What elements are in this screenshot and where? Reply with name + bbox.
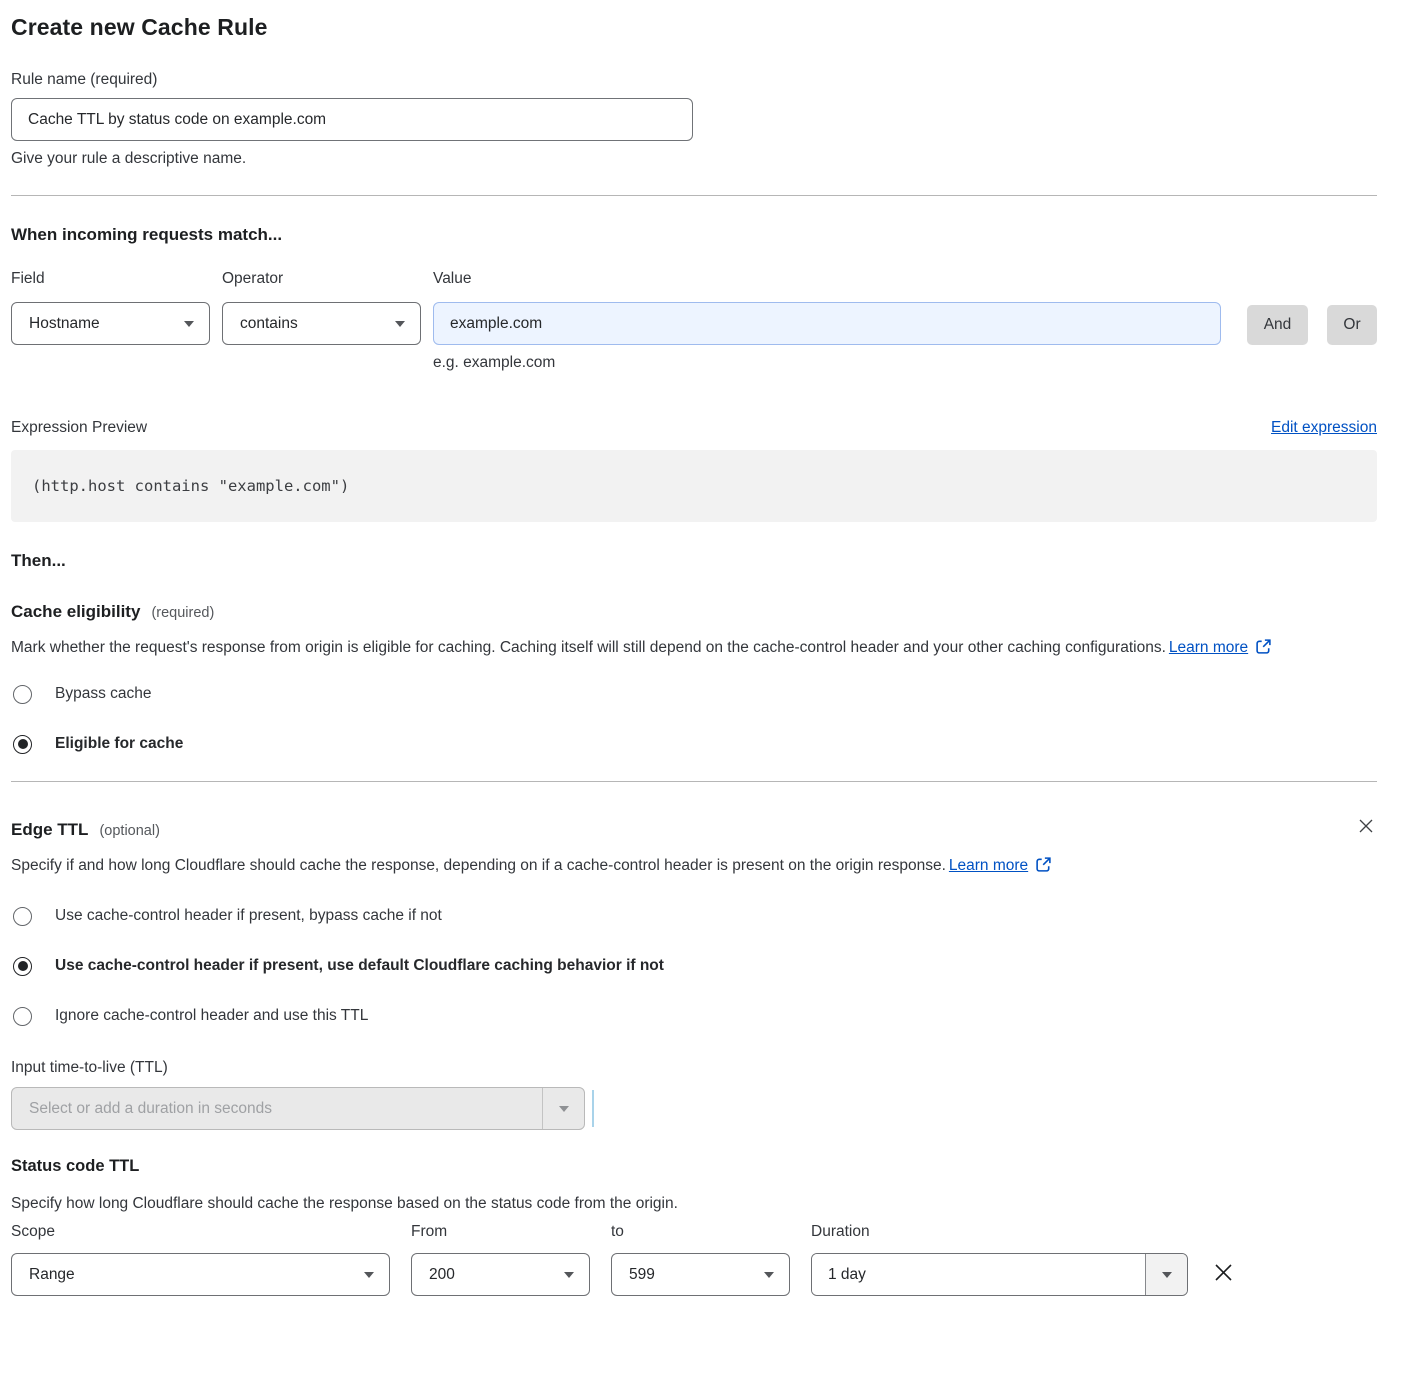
dropdown-caret-icon xyxy=(559,1106,569,1112)
radio-use-header-default-label: Use cache-control header if present, use… xyxy=(55,957,664,975)
radio-unselected-icon xyxy=(13,1007,32,1026)
value-input[interactable] xyxy=(433,302,1221,345)
dropdown-caret-icon xyxy=(1162,1272,1172,1278)
rule-name-input[interactable] xyxy=(11,98,693,141)
to-select-value: 599 xyxy=(629,1266,655,1284)
value-helper: e.g. example.com xyxy=(433,354,1221,372)
status-code-ttl-row: Scope Range From 200 to 599 Duration xyxy=(11,1223,1377,1296)
radio-use-header-default[interactable]: Use cache-control header if present, use… xyxy=(11,956,1377,976)
to-label: to xyxy=(611,1223,790,1241)
ttl-duration-dropdown-button[interactable] xyxy=(542,1088,584,1129)
radio-unselected-icon xyxy=(13,907,32,926)
section-divider xyxy=(11,781,1377,782)
section-divider xyxy=(11,195,1377,196)
or-button[interactable]: Or xyxy=(1327,305,1377,345)
scope-select[interactable]: Range xyxy=(11,1253,390,1296)
status-code-ttl-heading: Status code TTL xyxy=(11,1157,1377,1176)
then-heading: Then... xyxy=(11,551,1377,571)
edge-ttl-heading: Edge TTL xyxy=(11,820,88,840)
radio-ignore-header[interactable]: Ignore cache-control header and use this… xyxy=(11,1006,1377,1026)
text-caret xyxy=(592,1090,594,1127)
remove-icon xyxy=(1212,1261,1235,1284)
radio-bypass-cache-label: Bypass cache xyxy=(55,685,152,703)
and-button[interactable]: And xyxy=(1247,305,1308,345)
close-icon xyxy=(1357,817,1375,835)
dropdown-caret-icon xyxy=(184,321,194,327)
status-code-ttl-description: Specify how long Cloudflare should cache… xyxy=(11,1195,1377,1213)
operator-label: Operator xyxy=(222,270,421,288)
value-label: Value xyxy=(433,270,1221,288)
cache-eligibility-learn-more-link[interactable]: Learn more xyxy=(1169,639,1248,656)
radio-unselected-icon xyxy=(13,685,32,704)
create-cache-rule-form: Create new Cache Rule Rule name (require… xyxy=(0,0,1412,1326)
dropdown-caret-icon xyxy=(764,1272,774,1278)
duration-label: Duration xyxy=(811,1223,1188,1241)
edge-ttl-optional-badge: (optional) xyxy=(99,823,159,839)
cache-eligibility-heading: Cache eligibility xyxy=(11,602,140,622)
expression-preview-label: Expression Preview xyxy=(11,419,147,437)
scope-label: Scope xyxy=(11,1223,390,1241)
from-select[interactable]: 200 xyxy=(411,1253,590,1296)
ttl-input-label: Input time-to-live (TTL) xyxy=(11,1059,1377,1077)
field-select[interactable]: Hostname xyxy=(11,302,210,345)
dropdown-caret-icon xyxy=(395,321,405,327)
dropdown-caret-icon xyxy=(564,1272,574,1278)
operator-select-value: contains xyxy=(240,315,298,333)
radio-selected-icon xyxy=(13,957,32,976)
radio-use-header-bypass[interactable]: Use cache-control header if present, byp… xyxy=(11,906,1377,926)
radio-bypass-cache[interactable]: Bypass cache xyxy=(11,684,1377,704)
rule-name-helper: Give your rule a descriptive name. xyxy=(11,150,1377,168)
expression-code: (http.host contains "example.com") xyxy=(32,477,349,495)
from-select-value: 200 xyxy=(429,1266,455,1284)
page-title: Create new Cache Rule xyxy=(11,14,1377,41)
field-select-value: Hostname xyxy=(29,315,100,333)
edge-ttl-description: Specify if and how long Cloudflare shoul… xyxy=(11,852,1351,880)
rule-name-label: Rule name (required) xyxy=(11,71,1377,89)
dropdown-caret-icon xyxy=(364,1272,374,1278)
cache-eligibility-description-text: Mark whether the request's response from… xyxy=(11,639,1166,656)
operator-select[interactable]: contains xyxy=(222,302,421,345)
duration-input[interactable] xyxy=(812,1254,1145,1295)
from-label: From xyxy=(411,1223,590,1241)
cache-eligibility-options: Bypass cache Eligible for cache xyxy=(11,684,1377,754)
edge-ttl-options: Use cache-control header if present, byp… xyxy=(11,906,1377,1026)
scope-select-value: Range xyxy=(29,1266,75,1284)
radio-selected-icon xyxy=(13,735,32,754)
duration-combobox xyxy=(811,1253,1188,1296)
match-condition-row: Field Hostname Operator contains Value e… xyxy=(11,270,1377,372)
radio-use-header-bypass-label: Use cache-control header if present, byp… xyxy=(55,907,442,925)
radio-ignore-header-label: Ignore cache-control header and use this… xyxy=(55,1007,368,1025)
edge-ttl-learn-more-link[interactable]: Learn more xyxy=(949,857,1028,874)
external-link-icon xyxy=(1035,856,1052,873)
ttl-duration-select[interactable]: Select or add a duration in seconds xyxy=(11,1087,585,1130)
edge-ttl-description-text: Specify if and how long Cloudflare shoul… xyxy=(11,857,946,874)
radio-eligible-for-cache-label: Eligible for cache xyxy=(55,735,183,753)
cache-eligibility-description: Mark whether the request's response from… xyxy=(11,634,1351,662)
expression-preview-box: (http.host contains "example.com") xyxy=(11,450,1377,522)
external-link-icon xyxy=(1255,638,1272,655)
field-label: Field xyxy=(11,270,210,288)
edge-ttl-close-button[interactable] xyxy=(1355,815,1377,837)
radio-eligible-for-cache[interactable]: Eligible for cache xyxy=(11,734,1377,754)
ttl-duration-placeholder: Select or add a duration in seconds xyxy=(12,1088,542,1129)
edit-expression-link[interactable]: Edit expression xyxy=(1271,419,1377,437)
remove-status-code-row-button[interactable] xyxy=(1210,1259,1237,1286)
cache-eligibility-required-badge: (required) xyxy=(151,605,214,621)
to-select[interactable]: 599 xyxy=(611,1253,790,1296)
match-heading: When incoming requests match... xyxy=(11,225,1377,245)
duration-dropdown-button[interactable] xyxy=(1145,1254,1187,1295)
